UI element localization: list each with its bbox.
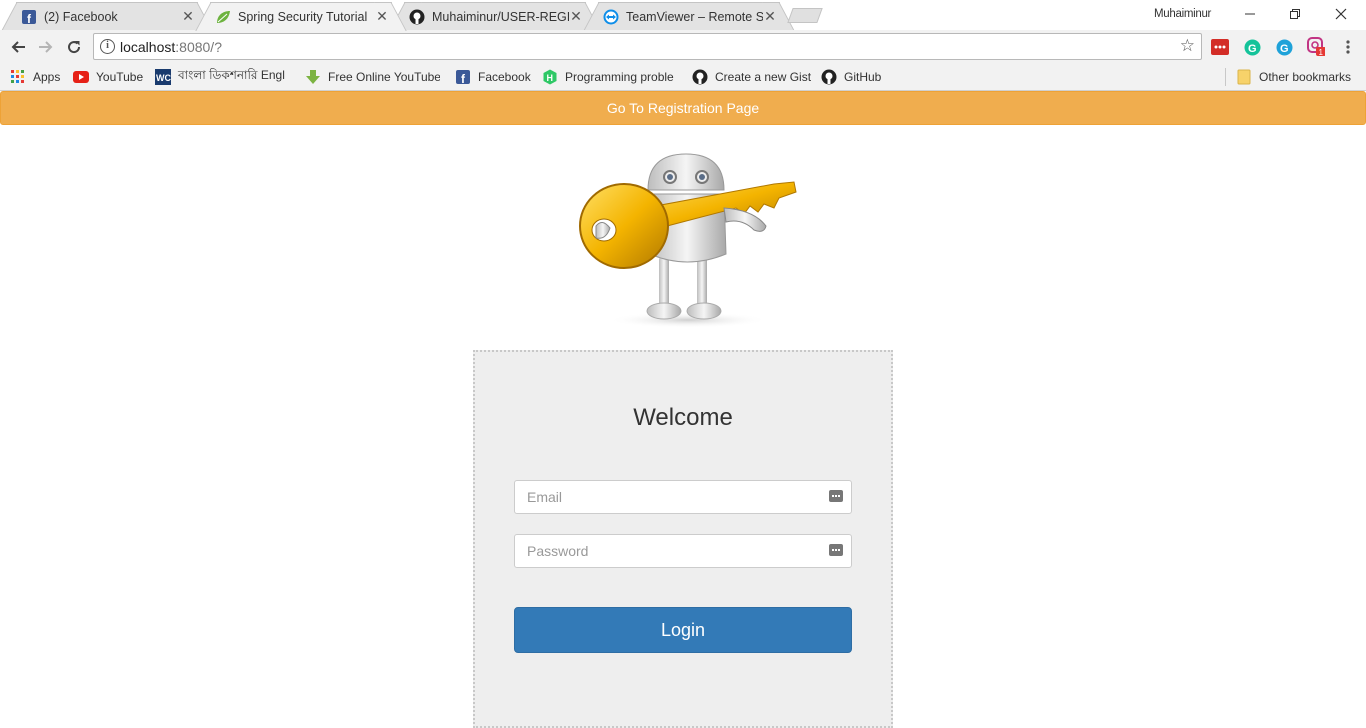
- restore-icon[interactable]: [1280, 4, 1310, 24]
- extension-c-icon[interactable]: G: [1275, 38, 1293, 56]
- site-info-icon[interactable]: i: [100, 39, 115, 54]
- close-window-icon[interactable]: [1326, 4, 1356, 24]
- address-bar[interactable]: i localhost:8080/? ☆: [93, 33, 1202, 60]
- bookmark-label: Programming proble: [565, 70, 674, 84]
- registration-page-link[interactable]: Go To Registration Page: [0, 91, 1366, 125]
- bookmark-programming-problems[interactable]: H Programming proble: [542, 68, 678, 86]
- close-tab-icon[interactable]: ✕: [569, 8, 583, 25]
- bookmark-youtube[interactable]: YouTube: [73, 68, 143, 86]
- login-button[interactable]: Login: [514, 607, 852, 653]
- bookmark-label: বাংলা ডিকশনারি Engl: [178, 68, 285, 82]
- facebook-icon: f: [21, 9, 37, 25]
- minimize-icon[interactable]: [1235, 4, 1265, 24]
- download-arrow-icon: [305, 69, 321, 85]
- url-text[interactable]: localhost:8080/?: [120, 39, 222, 55]
- facebook-icon: f: [455, 69, 471, 85]
- bookmark-facebook[interactable]: f Facebook: [455, 68, 531, 86]
- tab-facebook[interactable]: f (2) Facebook ✕: [16, 2, 198, 30]
- profile-name[interactable]: Muhaiminur: [1154, 8, 1211, 20]
- folder-icon: [1236, 69, 1252, 85]
- svg-text:G: G: [1280, 43, 1289, 55]
- bookmark-label: Create a new Gist: [715, 70, 812, 84]
- password-manager-icon[interactable]: [829, 544, 843, 556]
- github-icon: [409, 9, 425, 25]
- extension-badge: 1: [1319, 48, 1324, 57]
- back-arrow-icon[interactable]: [7, 36, 29, 58]
- forward-arrow-icon[interactable]: [35, 36, 57, 58]
- close-tab-icon[interactable]: ✕: [181, 8, 195, 25]
- bookmark-bangla-dictionary[interactable]: WC বাংলা ডিকশনারি Engl: [155, 68, 288, 86]
- youtube-icon: [73, 69, 89, 85]
- other-bookmarks[interactable]: Other bookmarks: [1236, 68, 1351, 86]
- tab-spring-security[interactable]: Spring Security Tutorial ✕: [210, 2, 392, 30]
- teamviewer-icon: [603, 9, 619, 25]
- hackerrank-icon: H: [542, 69, 558, 85]
- github-icon: [692, 69, 708, 85]
- new-tab-button[interactable]: [787, 8, 823, 23]
- bookmark-apps[interactable]: Apps: [10, 68, 60, 86]
- github-icon: [821, 69, 837, 85]
- dictionary-icon: WC: [155, 69, 171, 85]
- tab-title: (2) Facebook: [44, 9, 118, 24]
- lastpass-extension-icon[interactable]: [1211, 38, 1229, 56]
- bookmark-create-gist[interactable]: Create a new Gist: [692, 68, 811, 86]
- browser-toolbar: i localhost:8080/? ☆ G G 1: [0, 30, 1366, 64]
- menu-kebab-icon[interactable]: [1339, 38, 1357, 56]
- reload-icon[interactable]: [63, 36, 85, 58]
- close-tab-icon[interactable]: ✕: [763, 8, 777, 25]
- tab-github-repo[interactable]: Muhaiminur/USER-REGIS ✕: [404, 2, 586, 30]
- bookmark-free-online-youtube[interactable]: Free Online YouTube: [305, 68, 440, 86]
- bookmark-star-icon[interactable]: ☆: [1180, 36, 1195, 56]
- password-input[interactable]: [515, 535, 851, 567]
- welcome-heading: Welcome: [633, 404, 733, 431]
- bookmark-label: Free Online YouTube: [328, 70, 440, 84]
- bookmark-label: Apps: [33, 70, 61, 84]
- bookmarks-bar: Apps YouTube WC বাংলা ডিকশনারি Engl Free…: [0, 64, 1366, 91]
- password-field[interactable]: [514, 534, 852, 568]
- tab-title: Spring Security Tutorial: [238, 9, 368, 24]
- svg-text:G: G: [1248, 43, 1257, 55]
- email-input[interactable]: [515, 481, 851, 513]
- tab-title: TeamViewer – Remote Su: [626, 9, 763, 24]
- close-tab-icon[interactable]: ✕: [375, 8, 389, 25]
- bookmark-label: Facebook: [478, 70, 531, 84]
- bookmarks-divider: [1225, 68, 1226, 86]
- bookmark-github[interactable]: GitHub: [821, 68, 881, 86]
- apps-grid-icon: [10, 69, 26, 85]
- spring-leaf-icon: [215, 9, 231, 25]
- email-field[interactable]: [514, 480, 852, 514]
- instagram-extension-icon[interactable]: 1: [1307, 37, 1325, 57]
- bookmark-label: YouTube: [96, 70, 144, 84]
- bookmark-label: GitHub: [844, 70, 882, 84]
- bookmark-label: Other bookmarks: [1259, 70, 1352, 84]
- tab-title: Muhaiminur/USER-REGIS: [432, 9, 569, 24]
- tab-teamviewer[interactable]: TeamViewer – Remote Su ✕: [598, 2, 780, 30]
- browser-tab-strip: f (2) Facebook ✕ Spring Security Tutoria…: [0, 0, 1366, 30]
- robot-with-key-image: [579, 153, 797, 328]
- password-manager-icon[interactable]: [829, 490, 843, 502]
- svg-text:WC: WC: [156, 73, 171, 83]
- svg-text:H: H: [547, 73, 554, 83]
- grammarly-extension-icon[interactable]: G: [1243, 38, 1261, 56]
- login-card: Welcome Login: [473, 350, 893, 728]
